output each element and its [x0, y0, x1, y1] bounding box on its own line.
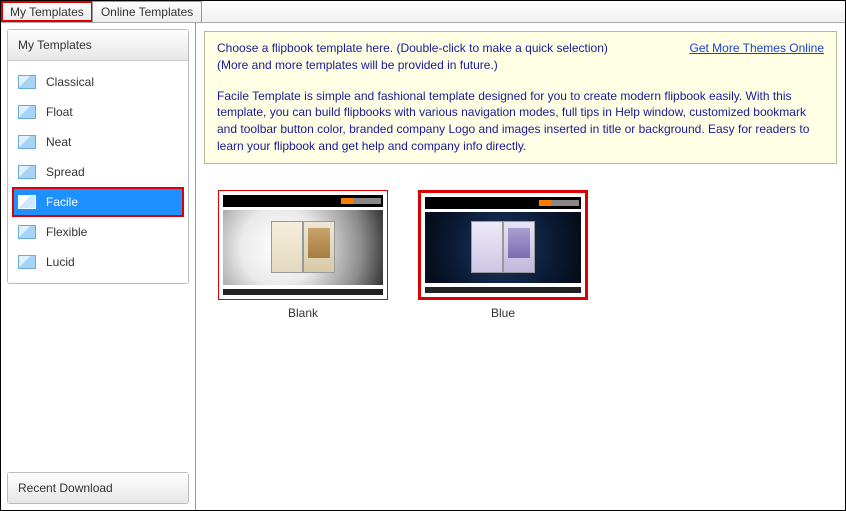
recent-download-header: Recent Download: [8, 473, 188, 503]
tab-bar: My Templates Online Templates: [1, 1, 845, 23]
logo-icon: [341, 198, 381, 204]
theme-caption: Blank: [218, 306, 388, 320]
thumb-bottombar: [425, 287, 581, 293]
info-description: Facile Template is simple and fashional …: [217, 88, 824, 155]
sidebar-header: My Templates: [8, 30, 188, 61]
sidebar-list: Classical Float Neat Spread: [8, 61, 188, 283]
template-icon: [18, 105, 36, 119]
sidebar-item-lucid[interactable]: Lucid: [12, 247, 184, 277]
theme-card-blank[interactable]: Blank: [218, 190, 388, 320]
template-icon: [18, 195, 36, 209]
sidebar-item-label: Neat: [46, 135, 71, 149]
sidebar-item-label: Facile: [46, 195, 78, 209]
sidebar-item-label: Float: [46, 105, 73, 119]
logo-icon: [539, 200, 579, 206]
sidebar-item-classical[interactable]: Classical: [12, 67, 184, 97]
sidebar-group-recent[interactable]: Recent Download: [7, 472, 189, 504]
thumb-toolbar: [223, 195, 383, 207]
sidebar-item-label: Spread: [46, 165, 85, 179]
theme-gallery: Blank Blue: [204, 172, 837, 338]
sidebar-item-flexible[interactable]: Flexible: [12, 217, 184, 247]
sidebar-group-templates: My Templates Classical Float Neat: [7, 29, 189, 284]
sidebar-item-label: Flexible: [46, 225, 87, 239]
page-right-icon: [503, 221, 535, 273]
info-box: Get More Themes Online Choose a flipbook…: [204, 31, 837, 164]
book-icon: [271, 221, 335, 273]
book-icon: [471, 221, 535, 273]
sidebar: My Templates Classical Float Neat: [1, 23, 196, 510]
sidebar-item-spread[interactable]: Spread: [12, 157, 184, 187]
get-more-themes-link[interactable]: Get More Themes Online: [689, 40, 824, 57]
sidebar-item-label: Lucid: [46, 255, 75, 269]
sidebar-item-float[interactable]: Float: [12, 97, 184, 127]
page-left-icon: [471, 221, 503, 273]
thumb-bottombar: [223, 289, 383, 295]
page-left-icon: [271, 221, 303, 273]
thumb-scene: [223, 210, 383, 285]
theme-card-blue[interactable]: Blue: [418, 190, 588, 320]
thumb-toolbar: [425, 197, 581, 209]
theme-thumbnail: [418, 190, 588, 300]
template-icon: [18, 255, 36, 269]
theme-caption: Blue: [418, 306, 588, 320]
template-icon: [18, 225, 36, 239]
sidebar-item-facile[interactable]: Facile: [12, 187, 184, 217]
info-line-2: (More and more templates will be provide…: [217, 57, 824, 74]
tab-online-templates[interactable]: Online Templates: [92, 1, 203, 22]
sidebar-item-label: Classical: [46, 75, 94, 89]
template-icon: [18, 75, 36, 89]
tab-my-templates[interactable]: My Templates: [1, 1, 93, 22]
body: My Templates Classical Float Neat: [1, 23, 845, 510]
template-icon: [18, 165, 36, 179]
sidebar-item-neat[interactable]: Neat: [12, 127, 184, 157]
thumb-scene: [425, 212, 581, 283]
main-panel: Get More Themes Online Choose a flipbook…: [196, 23, 845, 510]
template-chooser-window: My Templates Online Templates My Templat…: [0, 0, 846, 511]
page-right-icon: [303, 221, 335, 273]
template-icon: [18, 135, 36, 149]
theme-thumbnail: [218, 190, 388, 300]
